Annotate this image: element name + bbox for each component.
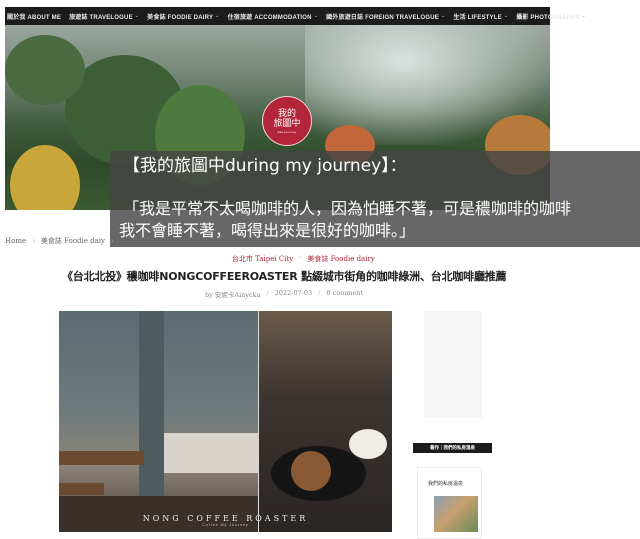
quote-heading: 【我的旅圖中during my journey】：	[123, 156, 407, 176]
dot-icon: ◦	[298, 254, 303, 262]
cafe-interior-photo	[59, 311, 259, 532]
nav-item-foodie[interactable]: 美食誌 FOODIE DAIRY ⌄	[147, 12, 219, 21]
nav-item-lifestyle[interactable]: 生活 LIFESTYLE ⌄	[453, 12, 508, 21]
chevron-down-icon: ⌄	[215, 13, 220, 19]
category-link[interactable]: 美食誌 Foodie dairy	[307, 254, 374, 264]
post-categories: 台北市 Taipei City ◦ 美食誌 Foodie dairy	[232, 254, 375, 264]
nav-item-photography[interactable]: 攝影 PHOTOGRAPHY ⌄	[516, 12, 586, 21]
post-comments[interactable]: 0 comment	[326, 289, 363, 299]
divider: /	[318, 289, 321, 297]
breadcrumb-home[interactable]: Home	[5, 237, 26, 245]
nav-item-foreign-travelogue[interactable]: 國外旅遊日誌 FOREIGN TRAVELOGUE ⌄	[326, 12, 445, 21]
chevron-right-icon: ›	[32, 237, 35, 245]
post-author[interactable]: by 安妮卡Ainycka	[205, 289, 261, 299]
post-date: 2022-07-03	[274, 289, 313, 297]
nav-item-accommodation[interactable]: 住宿旅遊 ACCOMMODATION ⌄	[228, 12, 319, 21]
table-decoration	[59, 483, 104, 495]
chevron-down-icon: ⌄	[313, 13, 319, 19]
featured-image: NONG COFFEE ROASTER Coffee My Journey	[59, 311, 392, 532]
coffee-cup-decoration	[349, 429, 387, 459]
photo-subcaption: Coffee My Journey	[202, 523, 249, 527]
nav-item-about[interactable]: 關於我 ABOUT ME	[7, 12, 61, 21]
chevron-down-icon: ⌄	[134, 13, 140, 19]
chevron-down-icon: ⌄	[581, 13, 586, 19]
sidebar-widget-heading: 著作｜我們的私房溫泉	[413, 443, 492, 453]
quote-line: 「我是平常不太喝咖啡的人，因為怕睡不著，可是穠咖啡的咖啡	[123, 199, 572, 218]
nav-item-travelogue[interactable]: 旅遊誌 TRAVELOGUE ⌄	[69, 12, 139, 21]
book-cover-image	[434, 496, 478, 532]
post-title: 《台北北投》穠咖啡NONGCOFFEEROASTER 點綴城市街角的咖啡綠洲、台…	[62, 270, 507, 283]
breadcrumb-category[interactable]: 美食誌 Foodie daiy	[41, 236, 105, 246]
divider: /	[266, 289, 269, 297]
quote-line: 我不會睡不著，喝得出來是很好的咖啡。」	[119, 221, 416, 240]
counter-decoration	[164, 433, 259, 473]
book-title: 我們的私房溫泉	[428, 481, 464, 487]
breadcrumb: Home › 美食誌 Foodie daiy ›	[5, 236, 120, 246]
post-meta: by 安妮卡Ainycka / 2022-07-03 / 0 comment	[205, 289, 363, 299]
chevron-down-icon: ⌄	[503, 13, 509, 19]
cake-decoration	[291, 451, 331, 491]
category-link[interactable]: 台北市 Taipei City	[232, 254, 293, 264]
top-nav: 關於我 ABOUT ME 旅遊誌 TRAVELOGUE ⌄ 美食誌 FOODIE …	[5, 7, 586, 25]
tree-decoration	[10, 145, 80, 210]
chevron-down-icon: ⌄	[441, 13, 446, 19]
quote-overlay: 【我的旅圖中during my journey】： 「我是平常不太喝咖啡的人，因…	[110, 151, 640, 247]
chevron-right-icon: ›	[111, 237, 114, 245]
table-decoration	[59, 451, 144, 465]
book-cover[interactable]: 我們的私房溫泉	[417, 467, 482, 539]
sidebar-ad-placeholder	[424, 311, 482, 418]
tree-decoration	[5, 35, 85, 105]
photo-caption: NONG COFFEE ROASTER	[142, 514, 309, 523]
site-logo[interactable]: 我的 旅圖中 kaa journey	[262, 96, 312, 146]
